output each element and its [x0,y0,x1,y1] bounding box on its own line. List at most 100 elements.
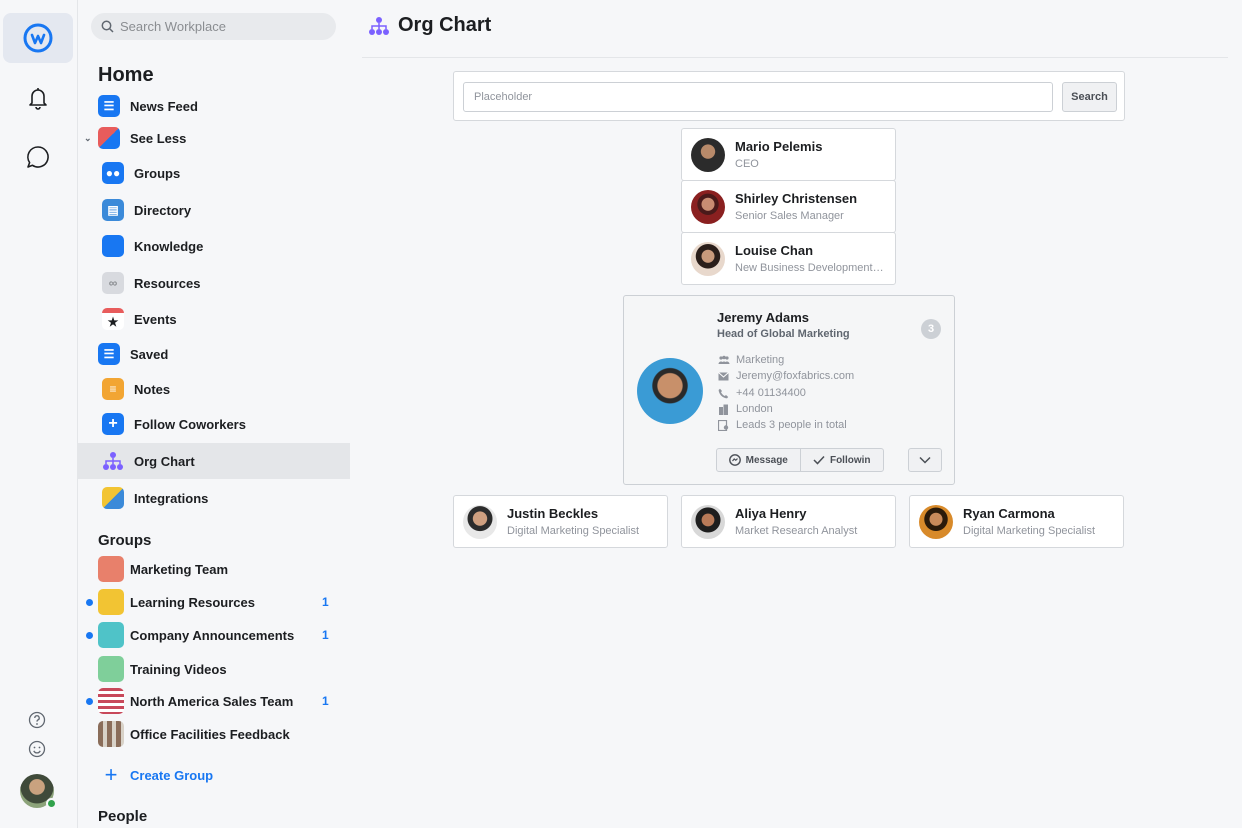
calendar-icon: ★ [102,308,124,330]
groups-icon: ●● [102,162,124,184]
news-feed-icon: ☰ [98,95,120,117]
link-icon: ∞ [102,272,124,294]
group-learning-resources[interactable]: Learning Resources 1 [78,587,350,617]
sidebar-item-follow-coworkers[interactable]: + Follow Coworkers [78,406,350,442]
sidebar-item-notes[interactable]: ≡ Notes [78,371,350,407]
reports-icon [717,419,730,431]
person-card-justin-beckles[interactable]: Justin Beckles Digital Marketing Special… [453,495,668,548]
sidebar-item-label: Resources [134,275,201,291]
avatar [463,504,497,539]
org-chart-search: Search [453,71,1125,121]
person-card-louise-chan[interactable]: Louise Chan New Business Development Man… [681,232,896,285]
person-name: Mario Pelemis [735,139,823,154]
sidebar-item-label: See Less [130,130,187,146]
detail-text: Marketing [736,354,785,366]
page-title-text: Org Chart [398,14,492,36]
person-role: CEO [735,158,759,170]
phone-icon [717,388,730,399]
notifications-button[interactable] [3,73,73,123]
unread-count: 1 [322,694,329,708]
person-card-ryan-carmona[interactable]: Ryan Carmona Digital Marketing Specialis… [909,495,1124,548]
people-heading: People [98,808,148,825]
sidebar-item-knowledge[interactable]: Knowledge [78,228,350,264]
sidebar-item-see-less[interactable]: ⌄ See Less [78,121,350,155]
sidebar-item-label: Directory [134,202,192,218]
unread-count: 1 [322,628,329,642]
create-group-button[interactable]: + Create Group [98,762,214,788]
sidebar-item-saved[interactable]: ☰ Saved [78,336,350,372]
sidebar-item-label: Saved [130,346,169,362]
sidebar-item-news-feed[interactable]: ☰ News Feed [78,88,350,124]
sidebar-item-groups[interactable]: ●● Groups [78,155,350,191]
person-card-shirley-christensen[interactable]: Shirley Christensen Senior Sales Manager [681,180,896,233]
unread-dot [86,631,93,639]
detail-team: Marketing [717,354,784,366]
group-avatar [98,589,124,615]
avatar [919,504,953,539]
email-icon [717,371,730,381]
workplace-search-input[interactable]: Search Workplace [91,13,336,40]
following-button[interactable]: Followin [799,449,884,471]
sidebar-item-org-chart[interactable]: Org Chart [78,443,350,479]
detail-reports: Leads 3 people in total [717,419,847,431]
group-label: Office Facilities Feedback [130,726,290,742]
group-avatar [98,688,124,714]
home-heading: Home [98,64,154,86]
group-company-announcements[interactable]: Company Announcements 1 [78,620,350,650]
follow-coworkers-icon: + [102,413,124,435]
notes-icon: ≡ [102,378,124,400]
sidebar-item-integrations[interactable]: Integrations [78,480,350,516]
detail-phone[interactable]: +44 01134400 [717,387,806,399]
detail-email[interactable]: Jeremy@foxfabrics.com [717,370,854,382]
group-avatar [98,656,124,682]
org-chart-search-button[interactable]: Search [1062,82,1117,112]
person-text: Aliya Henry Market Research Analyst [735,506,885,537]
sidebar-item-resources[interactable]: ∞ Resources [78,265,350,301]
org-chart-search-input[interactable] [463,82,1053,112]
see-less-icon [98,127,120,149]
group-label: Company Announcements [130,627,295,643]
person-name: Louise Chan [735,243,814,258]
avatar [691,241,725,276]
person-text: Justin Beckles Digital Marketing Special… [507,506,657,537]
person-role: Digital Marketing Specialist [507,525,640,537]
detail-text: +44 01134400 [736,387,806,399]
sidebar-item-label: Follow Coworkers [134,416,246,432]
group-marketing-team[interactable]: Marketing Team [78,554,350,584]
plus-icon: + [104,762,118,787]
person-card-mario-pelemis[interactable]: Mario Pelemis CEO [681,128,896,181]
focus-person-card[interactable]: Jeremy Adams Head of Global Marketing 3 … [623,295,955,485]
person-text: Shirley Christensen Senior Sales Manager [735,191,885,222]
create-group-label: Create Group [130,767,214,783]
message-button[interactable]: Message [717,449,800,471]
sidebar-item-label: Integrations [134,490,209,506]
person-role: Senior Sales Manager [735,210,844,222]
chat-button[interactable] [3,132,73,182]
focus-actions: Message Followin [716,448,884,472]
checkmark-icon [813,455,825,465]
reports-count-badge[interactable]: 3 [921,319,941,339]
help-icon [28,711,46,729]
person-role: New Business Development Manager [735,262,885,274]
group-north-america-sales-team[interactable]: North America Sales Team 1 [78,686,350,716]
detail-text: Leads 3 people in total [736,419,847,431]
avatar [691,137,725,172]
group-office-facilities-feedback[interactable]: Office Facilities Feedback [78,719,350,749]
workplace-logo-icon [23,23,53,53]
chevron-down-icon: ⌄ [84,132,92,143]
more-options-button[interactable] [908,448,942,472]
sidebar-item-label: Knowledge [134,238,204,254]
group-label: Marketing Team [130,561,229,577]
feedback-button[interactable] [26,738,48,760]
person-text: Louise Chan New Business Development Man… [735,243,885,274]
workplace-logo-button[interactable] [3,13,73,63]
person-card-aliya-henry[interactable]: Aliya Henry Market Research Analyst [681,495,896,548]
sidebar-item-label: Events [134,311,177,327]
messenger-icon [728,454,741,466]
group-training-videos[interactable]: Training Videos [78,654,350,684]
sidebar-item-events[interactable]: ★ Events [78,301,350,337]
sidebar-item-directory[interactable]: ▤ Directory [78,192,350,228]
person-name: Jeremy Adams [717,310,810,325]
search-icon [101,20,114,33]
help-button[interactable] [26,709,48,731]
